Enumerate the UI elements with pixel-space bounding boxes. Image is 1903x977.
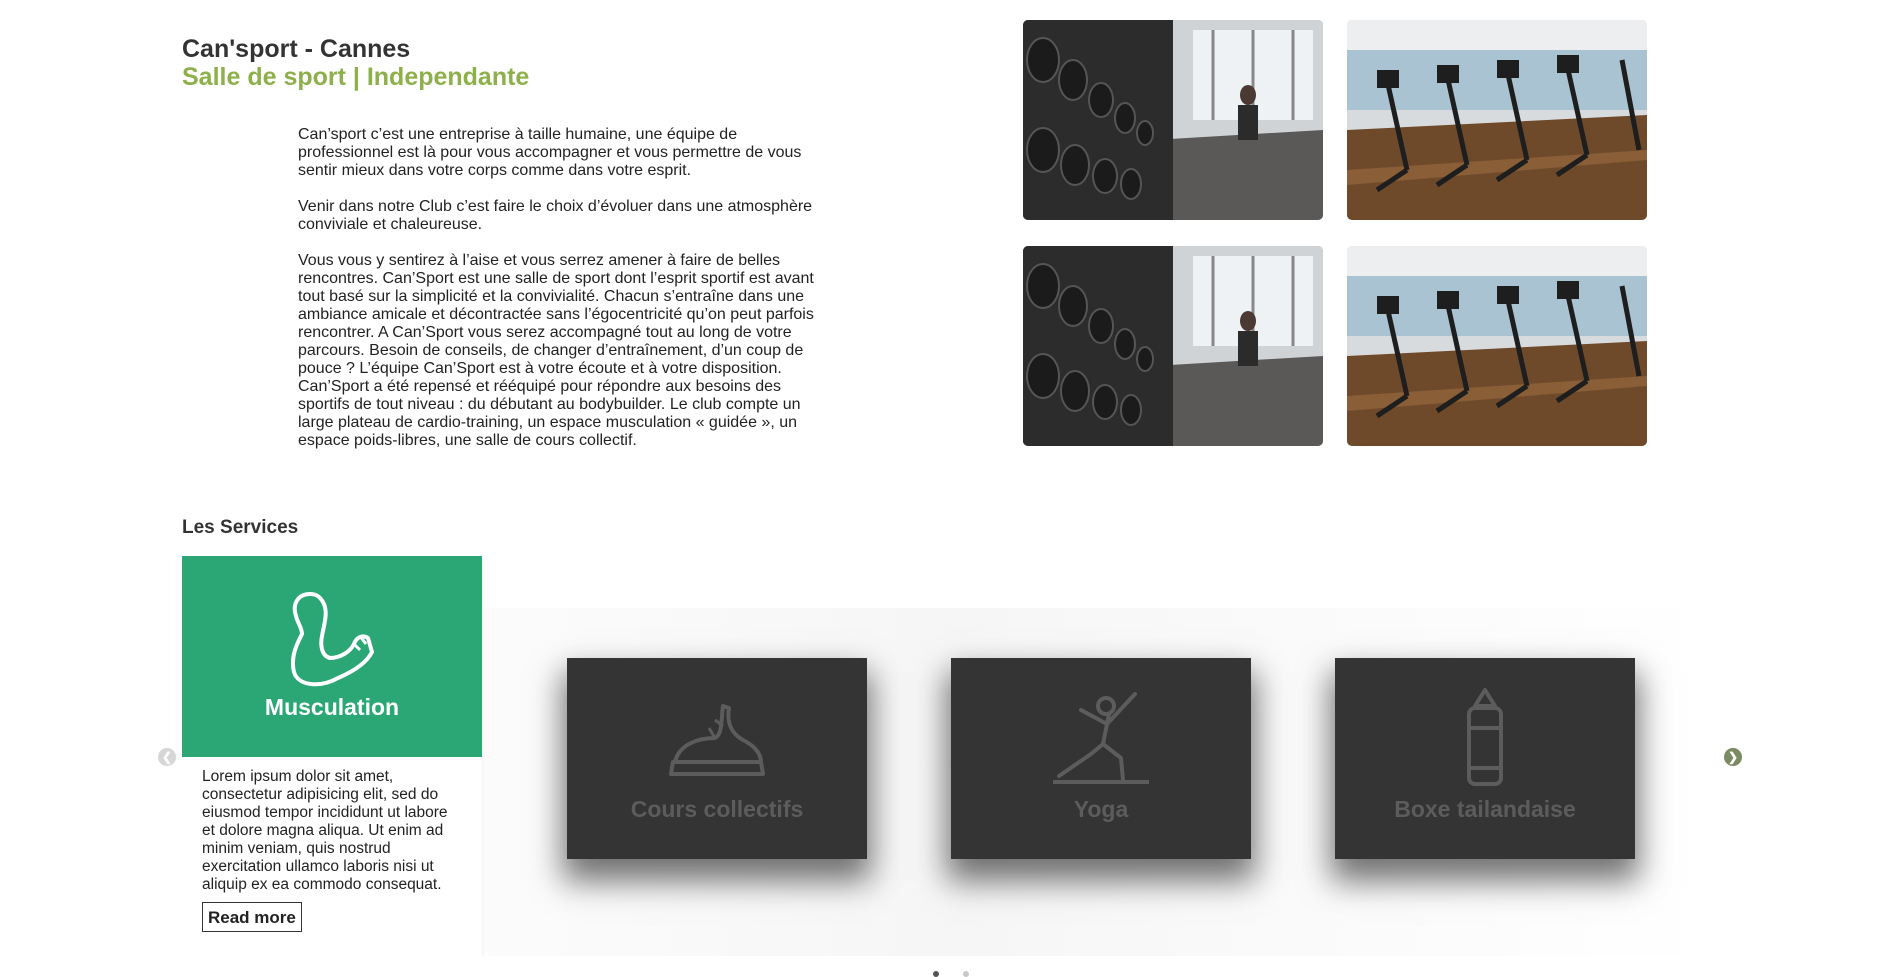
services-carousel: Musculation Lorem ipsum dolor sit amet, … [182,556,1719,959]
gallery-photo-dumbbells[interactable] [1023,20,1323,220]
service-card-label: Cours collectifs [630,796,804,822]
page-title: Can'sport - Cannes [182,35,411,63]
yoga-pose-icon [1053,692,1149,784]
service-card-body: Lorem ipsum dolor sit amet, consectetur … [182,757,482,932]
read-more-button[interactable]: Read more [202,902,302,932]
cardio-machines-photo [1347,246,1647,446]
service-card-header: Musculation [182,556,482,757]
carousel-dot-2[interactable] [963,971,969,977]
services-heading: Les Services [182,517,299,538]
service-card-musculation[interactable]: Musculation Lorem ipsum dolor sit amet, … [182,556,482,959]
service-card-label: Boxe tailandaise [1394,796,1576,822]
service-card-yoga[interactable]: Yoga [951,658,1251,859]
service-card-description: Lorem ipsum dolor sit amet, consectetur … [202,768,448,893]
carousel-prev-arrow-icon[interactable]: ❮ [158,748,176,766]
gallery-photo-dumbbells[interactable] [1023,246,1323,446]
intro-paragraph: Venir dans notre Club c’est faire le cho… [298,198,813,233]
intro-text: Can’sport c’est une entreprise à taille … [298,126,818,468]
gallery-photo-cardio[interactable] [1347,20,1647,220]
intro-paragraph: Vous vous y sentirez à l’aise et vous se… [298,252,814,449]
flexed-arm-icon [291,592,374,687]
step-sneaker-icon [669,704,765,776]
page-subtitle: Salle de sport | Independante [182,63,530,91]
service-card-label: Musculation [264,694,400,720]
punching-bag-icon [1467,688,1503,786]
intro-paragraph: Can’sport c’est une entreprise à taille … [298,126,802,179]
dumbbell-rack-photo [1023,246,1323,446]
service-card-boxe[interactable]: Boxe tailandaise [1335,658,1635,859]
carousel-dot-1[interactable] [933,971,939,977]
dumbbell-rack-photo [1023,20,1323,220]
carousel-next-arrow-icon[interactable]: ❯ [1724,748,1742,766]
service-card-cours-collectifs[interactable]: Cours collectifs [567,658,867,859]
cardio-machines-photo [1347,20,1647,220]
service-card-label: Yoga [1073,796,1129,822]
gallery-photo-cardio[interactable] [1347,246,1647,446]
